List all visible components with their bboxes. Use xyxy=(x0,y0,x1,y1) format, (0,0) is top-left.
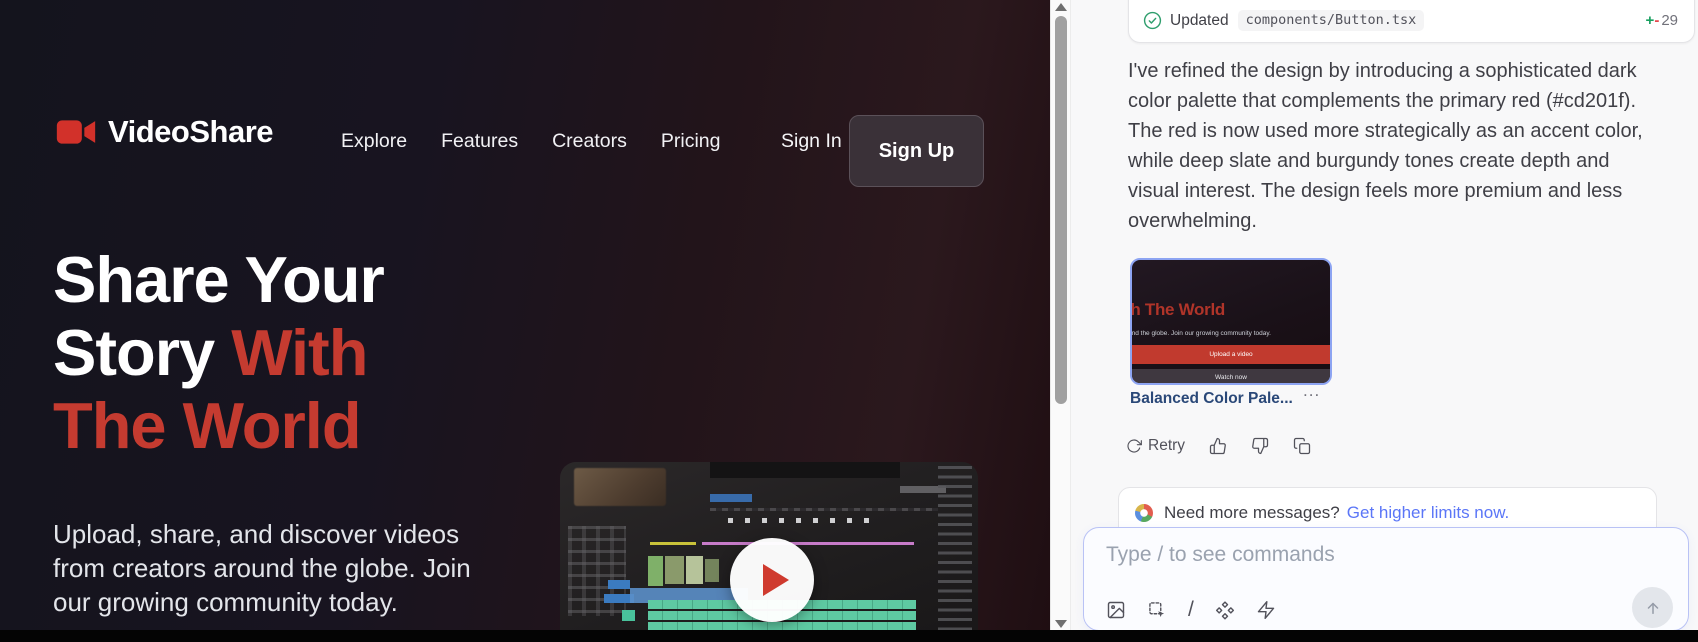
nav-pricing[interactable]: Pricing xyxy=(661,130,721,153)
nav-explore[interactable]: Explore xyxy=(341,130,407,153)
lightning-icon xyxy=(1256,600,1276,620)
play-icon xyxy=(763,564,789,596)
thumbs-up-icon xyxy=(1209,437,1227,455)
video-preview-image xyxy=(560,462,978,642)
select-element-button[interactable] xyxy=(1147,600,1167,620)
sign-up-button[interactable]: Sign Up xyxy=(849,115,984,187)
slash-command-button[interactable]: / xyxy=(1188,598,1194,622)
upgrade-link[interactable]: Get higher limits now. xyxy=(1347,503,1510,523)
screen: VideoShare Explore Features Creators Pri… xyxy=(0,0,1698,642)
editor-clip xyxy=(648,556,663,586)
check-circle-icon xyxy=(1143,11,1162,30)
assistant-chat-panel: Updated components/Button.tsx +-29 I've … xyxy=(1071,0,1698,642)
preview-more-menu[interactable]: ... xyxy=(1303,381,1320,401)
preview-heading-fragment: th The World xyxy=(1130,300,1225,320)
editor-clip-blue xyxy=(608,580,630,589)
brand-name: VideoShare xyxy=(108,114,273,150)
site-header: VideoShare Explore Features Creators Pri… xyxy=(0,100,1050,200)
editor-topbar xyxy=(710,462,900,478)
chat-composer[interactable]: / xyxy=(1083,527,1689,631)
attach-image-button[interactable] xyxy=(1106,600,1126,620)
hero-description: Upload, share, and discover videos from … xyxy=(53,517,498,619)
diff-plus: + xyxy=(1646,12,1655,29)
nav-features[interactable]: Features xyxy=(441,130,518,153)
website-preview-pane: VideoShare Explore Features Creators Pri… xyxy=(0,0,1050,642)
hero-line1: Share Your xyxy=(53,243,384,316)
hero-line2-white: Story xyxy=(53,316,231,389)
diff-stats: +-29 xyxy=(1646,12,1678,29)
quick-actions-button[interactable] xyxy=(1256,600,1276,620)
editor-pink-line xyxy=(702,542,914,545)
retry-icon xyxy=(1126,438,1142,454)
thumbs-down-icon xyxy=(1251,437,1269,455)
scrollbar-thumb[interactable] xyxy=(1055,16,1067,404)
file-update-card[interactable]: Updated components/Button.tsx +-29 xyxy=(1128,0,1695,43)
usage-pie-icon xyxy=(1135,504,1153,522)
video-camera-icon xyxy=(56,117,96,147)
editor-file-list xyxy=(938,466,972,638)
hero-line2-red: With xyxy=(231,316,367,389)
design-preview-thumbnail[interactable]: th The World videos around the globe. Jo… xyxy=(1130,258,1332,385)
hero-heading: Share Your Story With The World xyxy=(53,243,384,462)
preview-subtext: videos around the globe. Join our growin… xyxy=(1130,330,1271,337)
thumbs-up-button[interactable] xyxy=(1209,437,1227,455)
select-area-icon xyxy=(1147,600,1167,620)
taskbar-edge xyxy=(0,630,1698,642)
brand-logo[interactable]: VideoShare xyxy=(56,114,273,150)
preview-primary-button: Upload a video xyxy=(1132,345,1330,364)
upgrade-text: Need more messages? xyxy=(1164,503,1340,523)
hero-line3: The World xyxy=(53,389,361,462)
image-icon xyxy=(1106,600,1126,620)
assistant-message: I've refined the design by introducing a… xyxy=(1128,56,1658,236)
retry-button[interactable]: Retry xyxy=(1126,437,1185,455)
composer-toolbar: / xyxy=(1106,598,1276,622)
sign-in-link[interactable]: Sign In xyxy=(781,130,842,153)
editor-source-thumbnail xyxy=(574,468,666,506)
message-actions: Retry xyxy=(1126,437,1311,455)
editor-clip xyxy=(705,559,719,582)
editor-clip-green xyxy=(622,610,635,621)
arrow-up-icon xyxy=(1644,599,1662,617)
play-button[interactable] xyxy=(730,538,814,622)
updated-file-chip: components/Button.tsx xyxy=(1238,10,1425,31)
editor-clip xyxy=(665,556,684,584)
chat-input[interactable] xyxy=(1106,543,1646,583)
thumbs-down-button[interactable] xyxy=(1251,437,1269,455)
update-status: Updated xyxy=(1170,12,1229,30)
vertical-scrollbar[interactable] xyxy=(1050,0,1071,642)
copy-icon xyxy=(1293,437,1311,455)
diamond-blocks-icon xyxy=(1215,600,1235,620)
scroll-up-arrow[interactable] xyxy=(1055,3,1067,11)
send-button[interactable] xyxy=(1632,587,1673,628)
editor-clip xyxy=(686,556,703,584)
scroll-down-arrow[interactable] xyxy=(1055,620,1067,628)
diff-minus: - xyxy=(1654,12,1659,29)
copy-button[interactable] xyxy=(1293,437,1311,455)
nav-creators[interactable]: Creators xyxy=(552,130,627,153)
preview-caption[interactable]: Balanced Color Pale... xyxy=(1130,390,1293,408)
editor-yellow-line xyxy=(650,542,696,545)
editor-ruler xyxy=(710,508,938,511)
editor-transport-controls xyxy=(728,518,878,523)
blocks-button[interactable] xyxy=(1215,600,1235,620)
editor-timecode xyxy=(710,494,752,502)
diff-count: 29 xyxy=(1661,12,1678,29)
preview-secondary-button: Watch now xyxy=(1132,369,1330,385)
site-nav: Explore Features Creators Pricing xyxy=(341,130,720,153)
